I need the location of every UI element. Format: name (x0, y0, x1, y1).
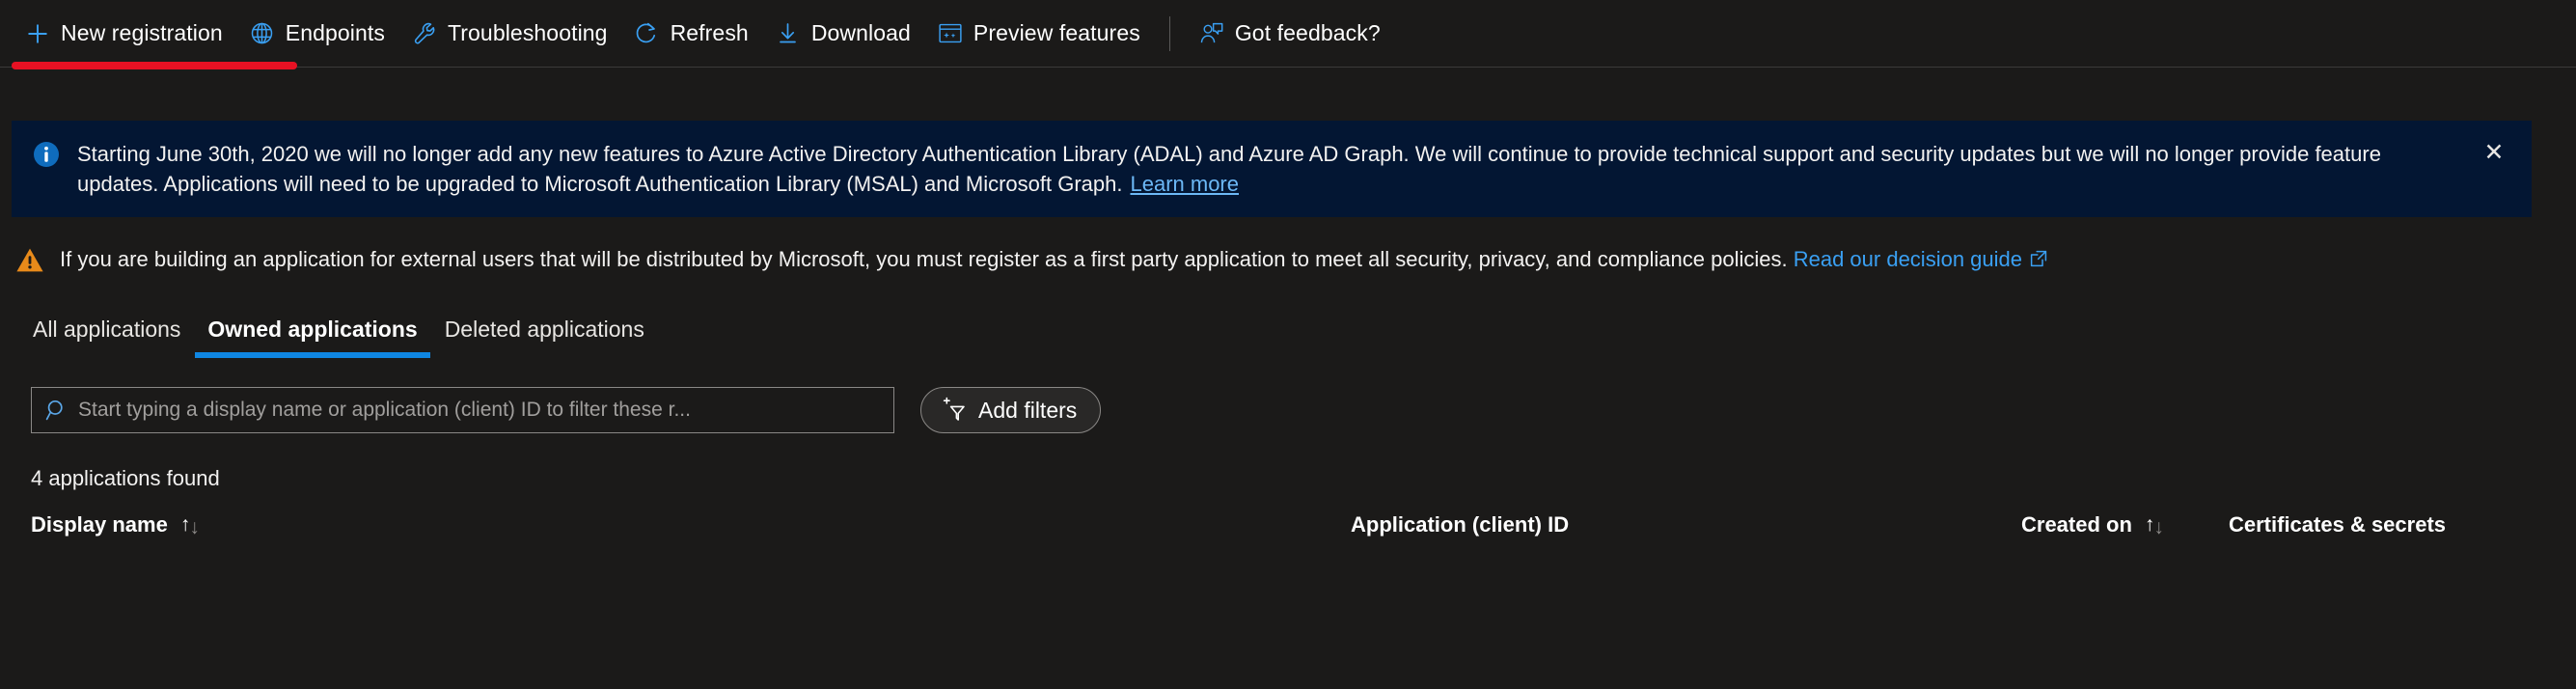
tab-owned-applications[interactable]: Owned applications (194, 317, 430, 358)
column-header-certificates-and-secrets[interactable]: Certificates & secrets (2229, 512, 2446, 537)
command-bar: New registration Endpoints Troubleshooti… (0, 0, 2576, 68)
sort-ascending-icon: ↑ (180, 513, 190, 537)
info-banner-wrapper: Starting June 30th, 2020 we will no long… (0, 68, 2576, 217)
search-box[interactable] (31, 387, 894, 433)
warning-icon (15, 246, 44, 275)
read-decision-guide-link[interactable]: Read our decision guide (1794, 247, 2022, 271)
command-refresh[interactable]: Refresh (621, 11, 762, 57)
search-icon (43, 397, 70, 424)
command-new-registration-label: New registration (61, 22, 223, 44)
first-party-warning-row: If you are building an application for e… (0, 217, 2576, 275)
add-filter-icon (939, 396, 968, 425)
sort-descending-icon: ↓ (189, 516, 199, 539)
applications-table-header: Display name ↑↓ Application (client) ID … (0, 512, 2576, 555)
tab-deleted-applications-label: Deleted applications (445, 317, 644, 342)
column-header-application-client-id[interactable]: Application (client) ID (1351, 512, 1569, 537)
command-download-label: Download (811, 22, 911, 44)
column-header-display-name-label: Display name (31, 512, 168, 537)
download-icon (776, 21, 801, 46)
globe-icon (250, 21, 275, 46)
command-refresh-label: Refresh (671, 22, 749, 44)
external-link-icon (2029, 249, 2048, 274)
command-bar-separator (1169, 16, 1170, 51)
sort-ascending-icon: ↑ (2145, 513, 2154, 537)
preview-features-icon (938, 21, 963, 46)
adal-deprecation-banner: Starting June 30th, 2020 we will no long… (12, 121, 2532, 217)
command-new-registration[interactable]: New registration (12, 11, 236, 57)
sort-arrows-icon: ↑↓ (2145, 513, 2163, 537)
refresh-icon (635, 21, 660, 46)
tab-owned-applications-label: Owned applications (207, 317, 417, 342)
sort-descending-icon: ↓ (2153, 516, 2163, 539)
tab-all-applications-label: All applications (33, 317, 180, 342)
command-got-feedback-label: Got feedback? (1235, 22, 1381, 44)
tab-all-applications[interactable]: All applications (19, 317, 194, 358)
command-troubleshooting-label: Troubleshooting (448, 22, 608, 44)
command-troubleshooting[interactable]: Troubleshooting (398, 11, 621, 57)
first-party-warning-text: If you are building an application for e… (60, 247, 2048, 274)
tab-deleted-applications[interactable]: Deleted applications (431, 317, 658, 358)
results-count: 4 applications found (0, 466, 2576, 491)
person-feedback-icon (1199, 21, 1224, 46)
new-registration-highlight (12, 62, 297, 69)
column-header-certificates-and-secrets-label: Certificates & secrets (2229, 512, 2446, 537)
applications-tablist: All applications Owned applications Dele… (0, 304, 2576, 358)
add-filters-button[interactable]: Add filters (920, 387, 1101, 433)
search-input[interactable] (78, 389, 893, 431)
wrench-icon (412, 21, 437, 46)
add-filters-label: Add filters (978, 398, 1077, 424)
filter-row: Add filters (0, 387, 2576, 433)
info-banner-text: Starting June 30th, 2020 we will no long… (77, 139, 2431, 199)
column-header-created-on[interactable]: Created on ↑↓ (2021, 512, 2163, 537)
command-got-feedback[interactable]: Got feedback? (1186, 11, 1394, 57)
learn-more-link[interactable]: Learn more (1130, 172, 1239, 196)
command-endpoints[interactable]: Endpoints (236, 11, 398, 57)
plus-icon (25, 21, 50, 46)
column-header-created-on-label: Created on (2021, 512, 2132, 537)
close-icon[interactable]: ✕ (2478, 136, 2510, 169)
command-download[interactable]: Download (762, 11, 924, 57)
command-endpoints-label: Endpoints (286, 22, 385, 44)
sort-arrows-icon: ↑↓ (180, 513, 199, 537)
command-preview-features-label: Preview features (973, 22, 1140, 44)
first-party-warning-message: If you are building an application for e… (60, 247, 1788, 271)
command-preview-features[interactable]: Preview features (924, 11, 1154, 57)
column-header-application-client-id-label: Application (client) ID (1351, 512, 1569, 537)
info-icon (33, 141, 60, 168)
column-header-display-name[interactable]: Display name ↑↓ (31, 512, 199, 537)
